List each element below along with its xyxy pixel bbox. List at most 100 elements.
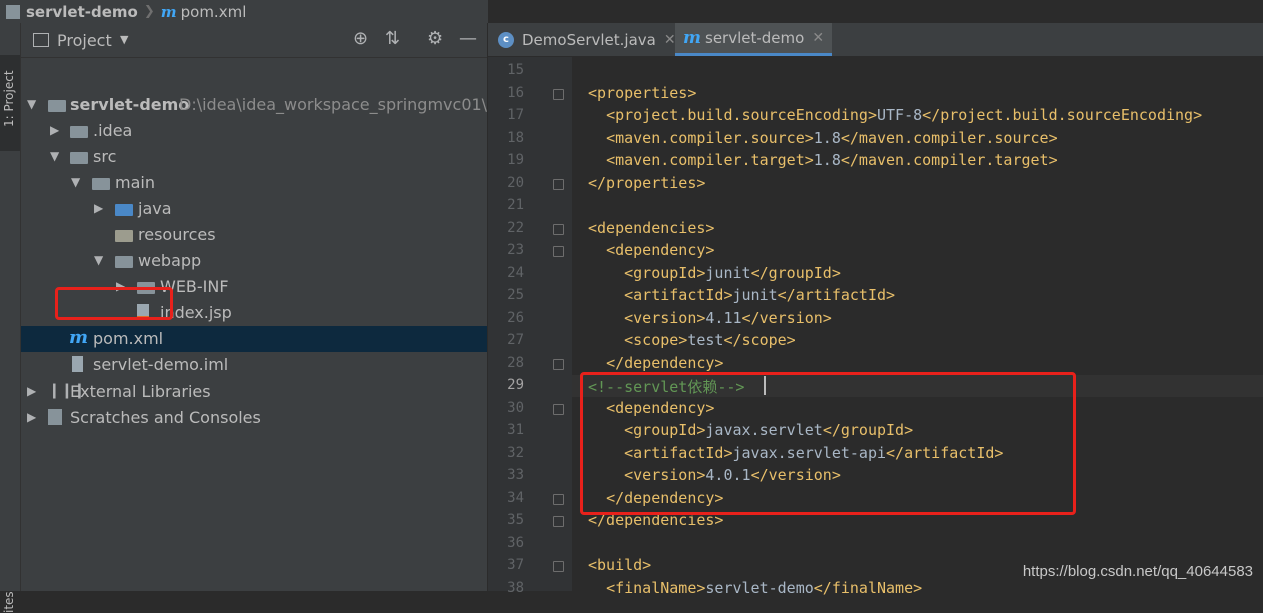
tree-item-src[interactable]: ▼ src — [21, 144, 487, 170]
fold-marker-icon[interactable] — [553, 404, 564, 415]
tree-item-label: servlet-demo — [70, 95, 190, 114]
tree-item-pom-xml[interactable]: m pom.xml — [21, 326, 487, 352]
line-number[interactable]: 35 — [488, 512, 524, 528]
line-number[interactable]: 20 — [488, 175, 524, 191]
tab-demo-servlet[interactable]: c DemoServlet.java ✕ — [498, 23, 676, 56]
tab-label: DemoServlet.java — [522, 30, 656, 49]
project-tool-label[interactable]: 1: Project — [2, 70, 16, 127]
tree-item-servlet-demo-iml[interactable]: servlet-demo.iml — [21, 352, 487, 378]
line-number[interactable]: 18 — [488, 130, 524, 146]
chevron-down-icon[interactable]: ▼ — [27, 97, 36, 111]
line-number[interactable]: 19 — [488, 152, 524, 168]
line-number[interactable]: 29 — [488, 377, 524, 393]
line-number[interactable]: 34 — [488, 490, 524, 506]
code-line[interactable]: <finalName>servlet-demo</finalName> — [588, 579, 922, 597]
code-line[interactable]: <scope>test</scope> — [588, 331, 796, 349]
tree-item-resources[interactable]: resources — [21, 222, 487, 248]
tree-item-label: src — [93, 147, 117, 166]
highlight-box-dependency — [580, 372, 1076, 515]
fold-marker-icon[interactable] — [553, 359, 564, 370]
code-line[interactable]: <properties> — [588, 84, 696, 102]
line-number[interactable]: 31 — [488, 422, 524, 438]
resources-folder-icon — [115, 230, 133, 242]
libraries-icon: ❙❙❙ — [48, 381, 86, 399]
line-number[interactable]: 36 — [488, 535, 524, 551]
chevron-right-icon[interactable]: ▶ — [27, 384, 36, 398]
chevron-down-icon[interactable]: ▼ — [94, 253, 103, 267]
class-icon: c — [498, 31, 514, 48]
tree-item-webapp[interactable]: ▼ webapp — [21, 248, 487, 274]
project-view-selector[interactable]: Project — [57, 31, 112, 50]
chevron-right-icon[interactable]: ▶ — [94, 201, 103, 215]
source-folder-icon — [115, 204, 133, 216]
code-line[interactable]: <build> — [588, 556, 651, 574]
line-number[interactable]: 38 — [488, 580, 524, 596]
line-number[interactable]: 30 — [488, 400, 524, 416]
tree-item-label: External Libraries — [70, 382, 211, 401]
line-number[interactable]: 27 — [488, 332, 524, 348]
fold-marker-icon[interactable] — [553, 179, 564, 190]
favorites-tool-label[interactable]: ites — [2, 591, 16, 613]
module-icon — [6, 4, 20, 19]
watermark: https://blog.csdn.net/qq_40644583 — [1022, 563, 1253, 580]
line-number[interactable]: 37 — [488, 557, 524, 573]
code-line[interactable]: <groupId>junit</groupId> — [588, 264, 841, 282]
tree-item-main[interactable]: ▼ main — [21, 170, 487, 196]
hide-icon[interactable]: — — [459, 28, 477, 49]
line-number[interactable]: 21 — [488, 197, 524, 213]
code-line[interactable]: <dependency> — [588, 241, 714, 259]
line-number[interactable]: 28 — [488, 355, 524, 371]
tab-servlet-demo[interactable]: m servlet-demo ✕ — [675, 23, 833, 56]
chevron-right-icon[interactable]: ▶ — [50, 123, 59, 137]
code-line[interactable]: <project.build.sourceEncoding>UTF-8</pro… — [588, 106, 1202, 124]
project-view-icon — [33, 33, 49, 47]
fold-marker-icon[interactable] — [553, 89, 564, 100]
line-number[interactable]: 16 — [488, 85, 524, 101]
chevron-down-icon[interactable]: ▼ — [71, 175, 80, 189]
line-number[interactable]: 17 — [488, 107, 524, 123]
code-line[interactable]: <maven.compiler.target>1.8</maven.compil… — [588, 151, 1058, 169]
tree-item-java[interactable]: ▶ java — [21, 196, 487, 222]
code-line[interactable]: <version>4.11</version> — [588, 309, 832, 327]
code-line[interactable]: <dependencies> — [588, 219, 714, 237]
line-number[interactable]: 15 — [488, 62, 524, 78]
maven-icon: m — [683, 28, 701, 48]
code-line[interactable]: </properties> — [588, 174, 705, 192]
line-number[interactable]: 24 — [488, 265, 524, 281]
fold-marker-icon[interactable] — [553, 561, 564, 572]
line-number[interactable]: 32 — [488, 445, 524, 461]
close-icon[interactable]: ✕ — [664, 32, 676, 48]
breadcrumb-project[interactable]: servlet-demo — [26, 3, 138, 21]
code-line[interactable]: <maven.compiler.source>1.8</maven.compil… — [588, 129, 1058, 147]
code-line[interactable]: </dependency> — [588, 354, 723, 372]
navigation-bar: servlet-demo ❯ m pom.xml — [0, 0, 488, 24]
line-number[interactable]: 25 — [488, 287, 524, 303]
tree-item-idea[interactable]: ▶ .idea — [21, 118, 487, 144]
close-icon[interactable]: ✕ — [812, 30, 824, 46]
line-number[interactable]: 26 — [488, 310, 524, 326]
line-number[interactable]: 23 — [488, 242, 524, 258]
fold-marker-icon[interactable] — [553, 516, 564, 527]
chevron-right-icon[interactable]: ▶ — [27, 410, 36, 424]
gear-icon[interactable]: ⚙ — [427, 28, 443, 49]
tree-item-label: main — [115, 173, 155, 192]
fold-marker-icon[interactable] — [553, 246, 564, 257]
project-panel-header: Project ▼ ⊕ ⇅ ⚙ — — [21, 23, 487, 58]
chevron-down-icon[interactable]: ▼ — [120, 33, 128, 46]
breadcrumb-file[interactable]: pom.xml — [181, 3, 247, 21]
collapse-all-icon[interactable]: ⇅ — [385, 28, 400, 49]
tree-item-label: .idea — [93, 121, 133, 140]
maven-icon: m — [69, 327, 89, 348]
tab-label: servlet-demo — [705, 29, 805, 47]
chevron-right-icon: ❯ — [143, 4, 155, 19]
chevron-down-icon[interactable]: ▼ — [50, 149, 59, 163]
fold-marker-icon[interactable] — [553, 494, 564, 505]
line-number[interactable]: 22 — [488, 220, 524, 236]
fold-marker-icon[interactable] — [553, 224, 564, 235]
code-line[interactable]: <artifactId>junit</artifactId> — [588, 286, 895, 304]
tree-item-servlet-demo[interactable]: ▼ servlet-demo D:\idea\idea_workspace_sp… — [21, 92, 487, 118]
tree-item-external-libraries[interactable]: ▶ ❙❙❙ External Libraries — [21, 379, 487, 405]
tree-item-scratches[interactable]: ▶ Scratches and Consoles — [21, 405, 487, 431]
locate-icon[interactable]: ⊕ — [353, 28, 368, 49]
line-number[interactable]: 33 — [488, 467, 524, 483]
